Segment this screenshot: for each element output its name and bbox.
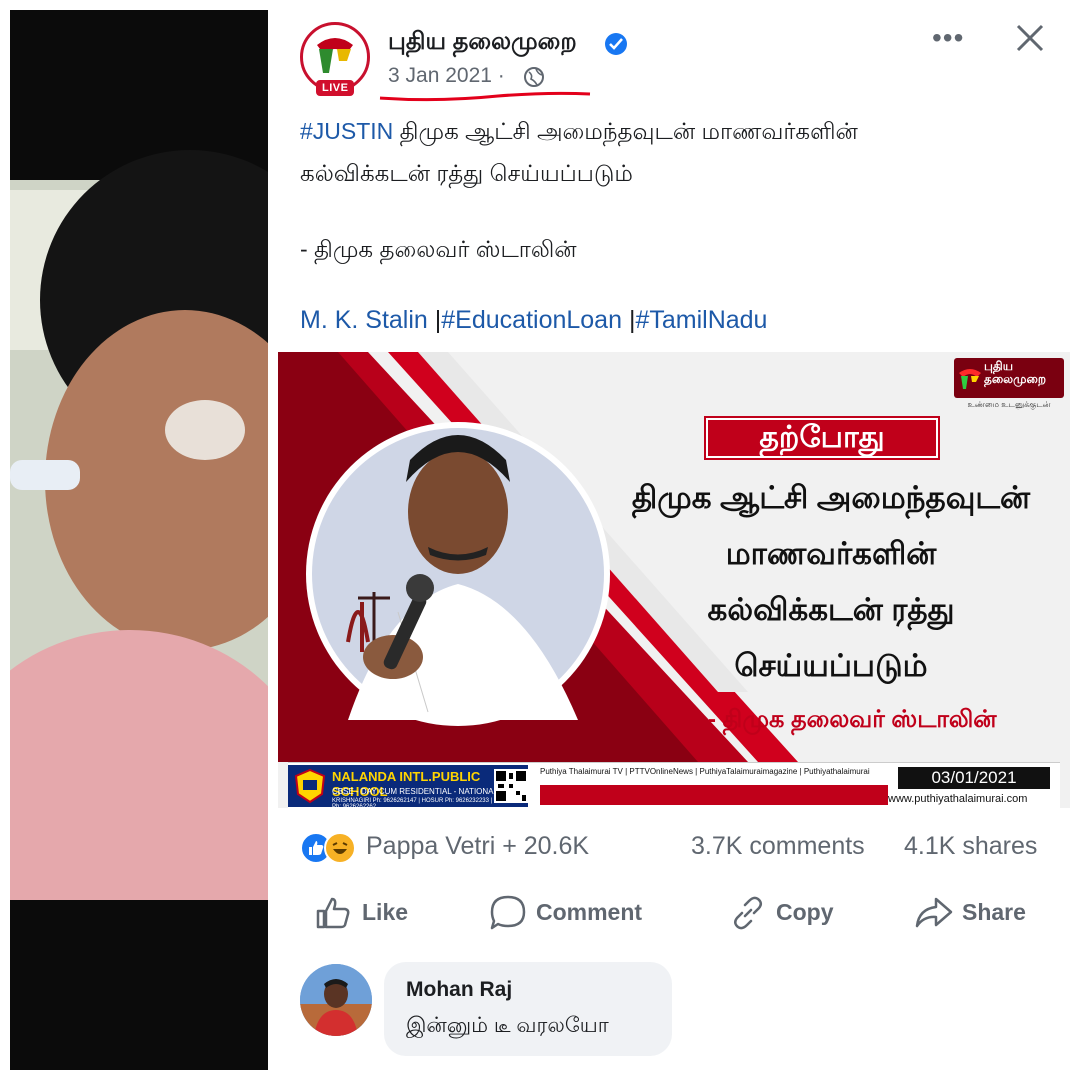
comment-bubble: Mohan Raj இன்னும் டீ வரலயோ	[384, 962, 672, 1056]
comment-text: இன்னும் டீ வரலயோ	[406, 1014, 609, 1037]
website-url: www.puthiyathalaimurai.com	[888, 793, 1028, 805]
post-text-line-3: - திமுக தலைவர் ஸ்டாலின்	[300, 236, 577, 262]
tag-person[interactable]: M. K. Stalin	[300, 306, 428, 334]
haha-reaction-icon	[324, 832, 356, 864]
breaking-banner: தற்போது	[706, 418, 938, 458]
copy-button[interactable]: Copy	[728, 893, 858, 933]
quote-author: - திமுக தலைவர் ஸ்டாலின்	[708, 706, 997, 733]
like-icon	[316, 897, 350, 929]
logo-text: புதிய தலைமுறை	[984, 360, 1046, 386]
tag-education-loan[interactable]: #EducationLoan	[441, 306, 622, 334]
channel-logo: புதிய தலைமுறை	[954, 358, 1064, 398]
news-card-image[interactable]: புதிய தலைமுறை உண்மை உடனுக்குடன் தற்போது …	[278, 352, 1070, 808]
comment-button[interactable]: Comment	[488, 893, 678, 933]
reactions-count[interactable]: Pappa Vetri + 20.6K	[366, 832, 589, 861]
comment-author[interactable]: Mohan Raj	[406, 978, 512, 1002]
justin-hashtag[interactable]: #JUSTIN	[300, 118, 393, 144]
tag-separator: |	[622, 306, 636, 334]
link-icon	[734, 896, 762, 930]
share-label: Share	[962, 899, 1026, 925]
headline-line-3: கல்விக்கடன் ரத்து	[707, 592, 955, 627]
verified-badge-icon	[605, 33, 627, 55]
post-text-line-1-body: திமுக ஆட்சி அமைந்தவுடன் மாணவர்களின்	[393, 118, 858, 144]
logo-text-line-2: தலைமுறை	[984, 372, 1046, 386]
comments-count[interactable]: 3.7K comments	[691, 832, 865, 861]
qr-code-icon	[494, 769, 528, 803]
tag-separator: |	[427, 306, 442, 334]
headline-line-1: திமுக ஆட்சி அமைந்தவுடன்	[631, 480, 1031, 515]
share-button[interactable]: Share	[914, 893, 1054, 933]
more-options-icon[interactable]: •••	[932, 22, 964, 54]
live-badge: LIVE	[316, 80, 355, 96]
facebook-post: LIVE புதிய தலைமுறை 3 Jan 2021 · ••• #JUS…	[278, 0, 1080, 1080]
card-date: 03/01/2021	[898, 767, 1050, 789]
social-handles: Puthiya Thalaimurai TV | PTTVOnlineNews …	[540, 767, 870, 776]
channel-numbers-bar	[540, 785, 888, 805]
meme-photo	[10, 10, 268, 1070]
comment-icon	[490, 895, 526, 930]
tag-tamil-nadu[interactable]: #TamilNadu	[635, 306, 767, 334]
like-label: Like	[362, 899, 409, 925]
shares-count[interactable]: 4.1K shares	[904, 832, 1037, 861]
ad-strip: NALANDA INTL.PUBLIC SCHOOL CBSE - DAY CU…	[288, 762, 1060, 808]
logo-tagline: உண்மை உடனுக்குடன்	[967, 400, 1051, 409]
headline-line-2: மாணவர்களின்	[725, 536, 937, 571]
copy-label: Copy	[776, 899, 834, 925]
post-text-line-1: #JUSTIN திமுக ஆட்சி அமைந்தவுடன் மாணவர்கள…	[300, 118, 858, 148]
share-icon	[915, 897, 953, 928]
commenter-avatar[interactable]	[300, 964, 372, 1036]
comment-label: Comment	[536, 899, 643, 925]
school-ad: NALANDA INTL.PUBLIC SCHOOL CBSE - DAY CU…	[288, 765, 528, 808]
like-button[interactable]: Like	[314, 893, 454, 933]
red-underline-mark	[378, 84, 593, 109]
post-tags: M. K. Stalin |#EducationLoan |#TamilNadu	[300, 306, 767, 335]
post-text-line-2: கல்விக்கடன் ரத்து செய்யப்படும்	[300, 160, 633, 186]
page-name[interactable]: புதிய தலைமுறை	[388, 28, 577, 58]
close-icon[interactable]	[1014, 22, 1046, 59]
headline-line-4: செய்யப்படும்	[734, 648, 928, 683]
